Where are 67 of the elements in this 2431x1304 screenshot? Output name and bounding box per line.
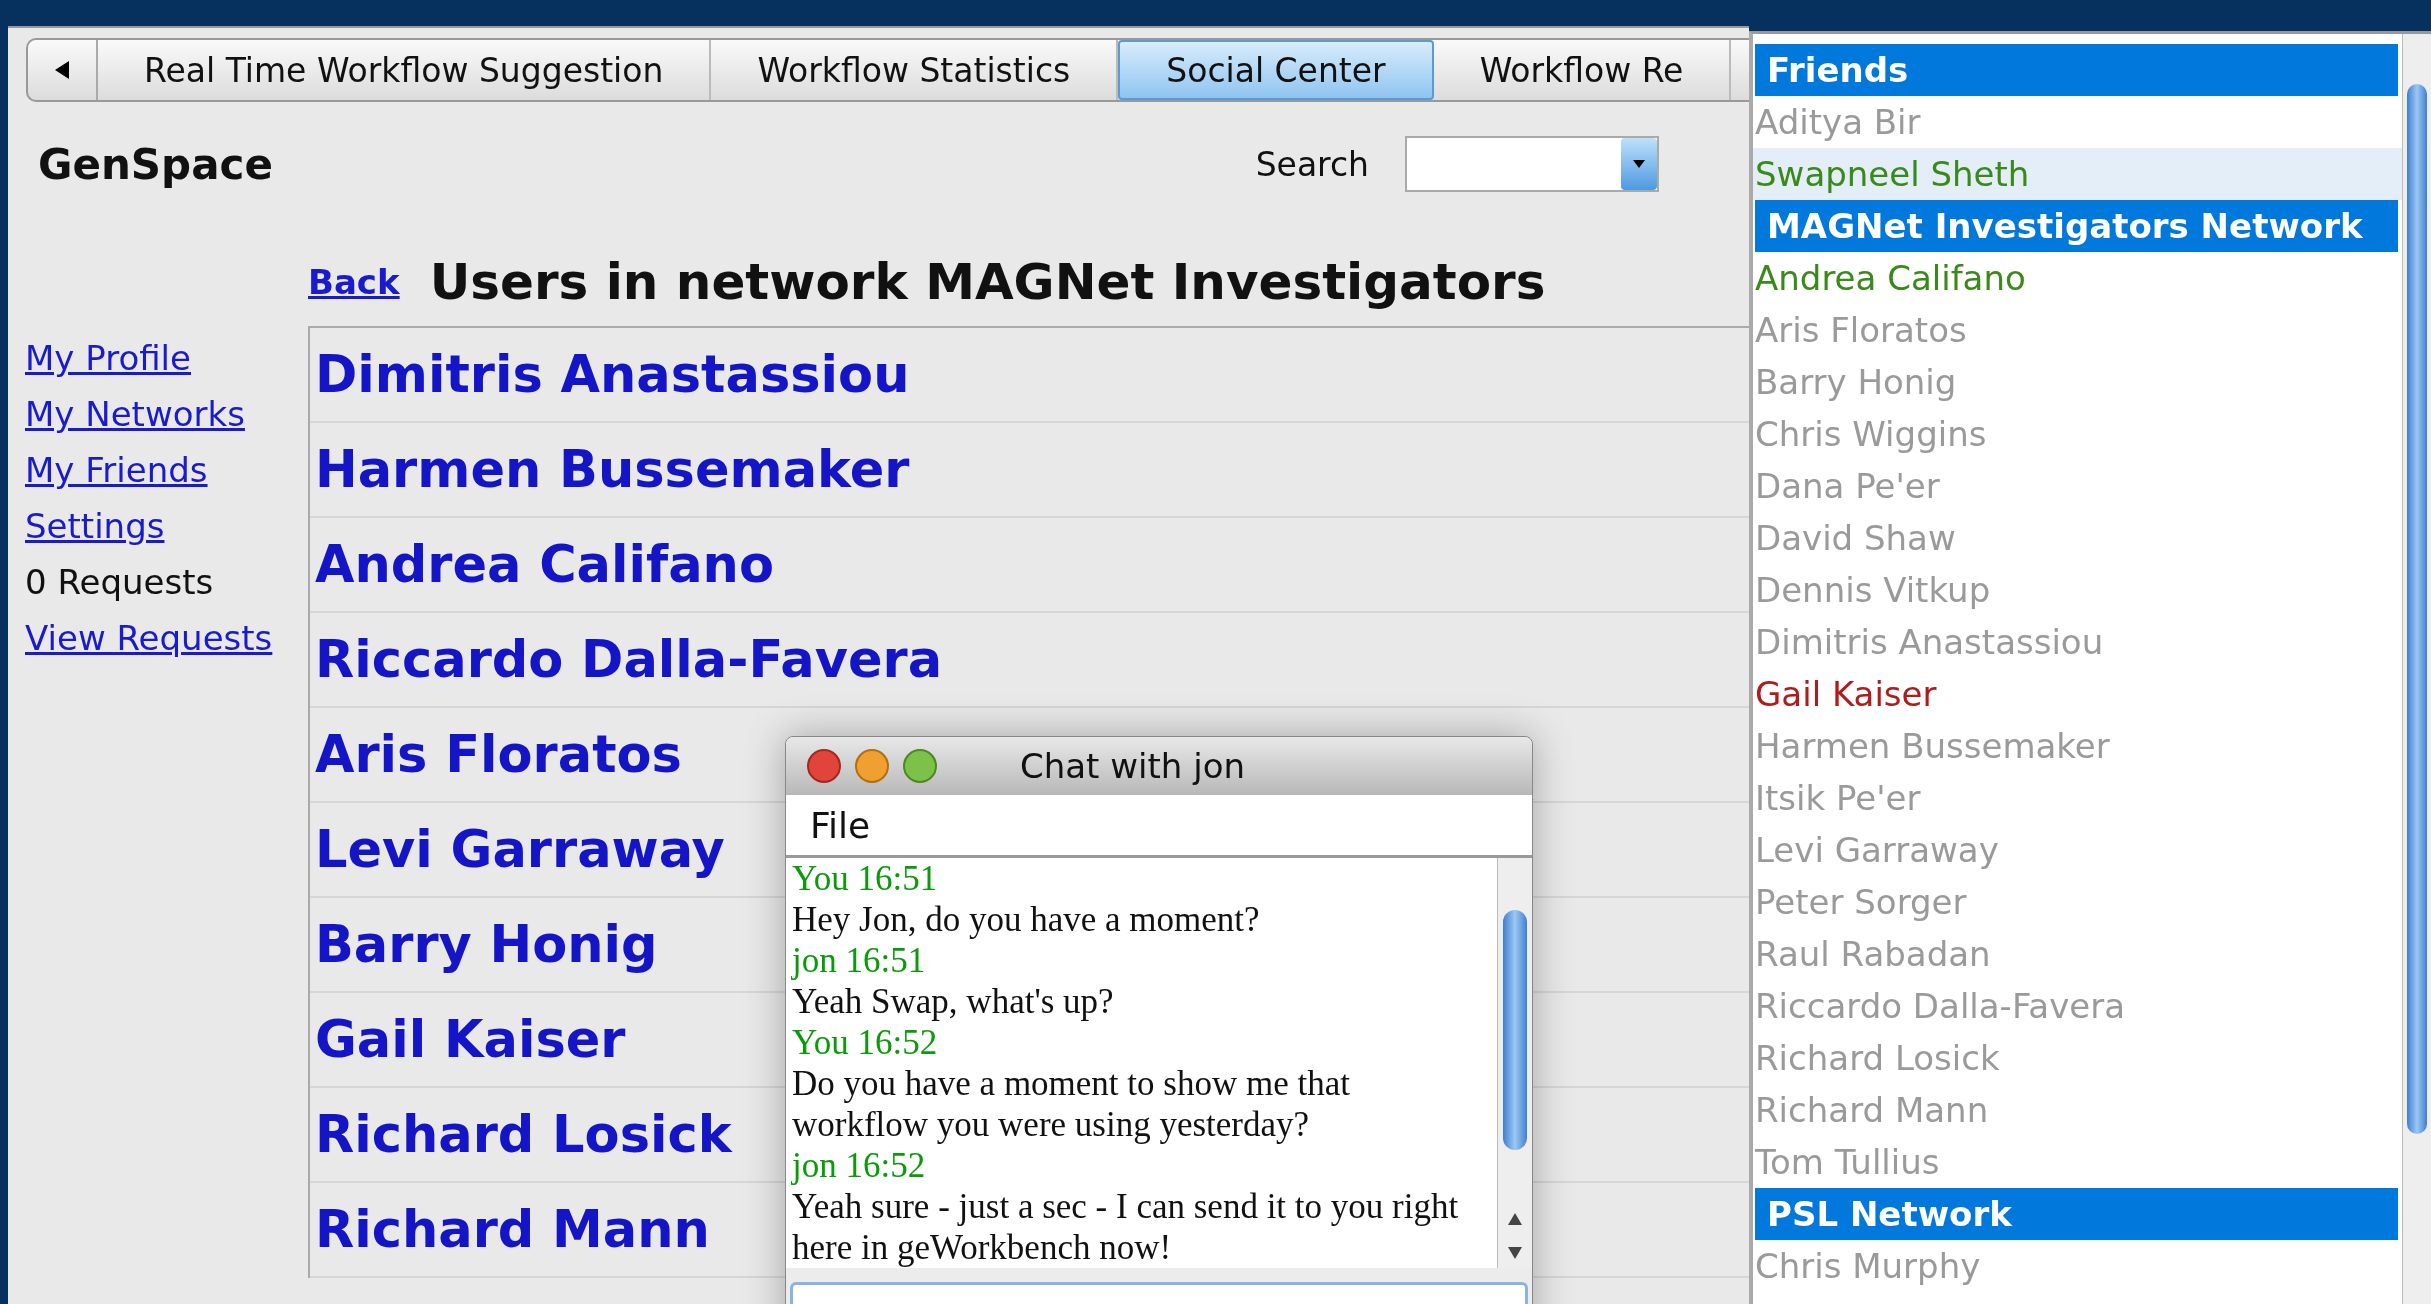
contact-item[interactable]: David Shaw [1753,512,2402,564]
contact-item[interactable]: Aditya Bir [1753,96,2402,148]
menu-item[interactable]: File [810,804,871,846]
scrollbar[interactable] [2402,34,2431,1304]
sidebar-link[interactable]: Settings [25,506,165,546]
tab[interactable]: Real Time Workflow Suggestion [98,40,712,100]
contact-item[interactable]: Raul Rabadan [1753,928,2402,980]
scroll-up-icon[interactable] [1507,1212,1523,1226]
user-name[interactable]: Harmen Bussemaker [315,440,910,499]
sidebar-link[interactable]: My Profile [25,338,191,378]
contact-item[interactable]: Riccardo Dalla-Favera [1753,980,2402,1032]
group-header[interactable]: Friends [1755,44,2398,96]
app-title: GenSpace [38,139,274,189]
message-sender: You 16:52 [792,1022,939,1063]
back-link[interactable]: Back [308,262,400,302]
scroll-down-icon[interactable] [1507,1246,1523,1260]
contact-item[interactable]: Levi Garraway [1753,824,2402,876]
user-name[interactable]: Andrea Califano [315,535,774,594]
contact-item[interactable]: Tom Tullius [1753,1136,2402,1188]
contact-item[interactable]: Gail Kaiser [1753,668,2402,720]
contact-item[interactable]: Andrea Califano [1753,252,2402,304]
sidebar-link[interactable]: My Friends [25,450,208,490]
sidebar-link[interactable]: View Requests [25,618,273,658]
scrollbar[interactable] [1497,858,1532,1268]
contact-item[interactable]: Richard Mann [1753,1084,2402,1136]
user-name[interactable]: Levi Garraway [315,820,725,879]
window-title: Chat with jon [1020,746,1245,786]
contact-item[interactable]: Richard Losick [1753,1032,2402,1084]
user-name[interactable]: Gail Kaiser [315,1010,626,1069]
user-name[interactable]: Aris Floratos [315,725,682,784]
tab[interactable]: Workflow Re [1433,40,1732,100]
message-sender: You 16:51 [792,858,939,899]
minimize-icon[interactable] [854,748,890,784]
contact-item[interactable]: Dimitris Anastassiou [1753,616,2402,668]
contact-item[interactable]: Aris Floratos [1753,304,2402,356]
message-text: Do you have a moment to show me that workflow you were using yesterday? [792,1063,1351,1145]
message-text: Yeah Swap, what's up? [792,981,1115,1022]
user-name[interactable]: Barry Honig [315,915,658,974]
message-sender: jon 16:51 [792,940,927,981]
sidebar-link[interactable]: My Networks [25,394,245,434]
user-name[interactable]: Richard Losick [315,1105,732,1164]
contact-item[interactable]: Dana Pe'er [1753,460,2402,512]
search-field[interactable] [1405,136,1659,192]
contact-item[interactable]: Itsik Pe'er [1753,772,2402,824]
left-arrow-icon [53,60,71,80]
zoom-icon[interactable] [902,748,938,784]
search-label: Search [1255,144,1369,184]
user-name[interactable]: Riccardo Dalla-Favera [315,630,943,689]
message-sender: jon 16:52 [792,1145,927,1186]
user-name[interactable]: Richard Mann [315,1200,710,1259]
group-header[interactable]: MAGNet Investigators Network [1755,200,2398,252]
network-heading: Users in network MAGNet Investigators [429,253,1546,311]
contact-item[interactable]: Chris Murphy [1753,1240,2402,1292]
contact-item[interactable]: Barry Honig [1753,356,2402,408]
dropdown-caret-icon [1632,159,1646,169]
user-name[interactable]: Dimitris Anastassiou [315,345,910,404]
group-header[interactable]: PSL Network [1755,1188,2398,1240]
contact-item[interactable]: Harmen Bussemaker [1753,720,2402,772]
message-text: Yeah sure - just a sec - I can send it to you right here in geWorkbench now! [792,1186,1460,1268]
request-count: 0 Requests [25,562,214,602]
tab[interactable]: Social Center [1118,40,1434,100]
contact-item[interactable]: Swapneel Sheth [1753,148,2402,200]
contact-item[interactable]: Chris Wiggins [1753,408,2402,460]
close-icon[interactable] [806,748,842,784]
contact-item[interactable]: Peter Sorger [1753,876,2402,928]
contact-item[interactable]: Dennis Vitkup [1753,564,2402,616]
message-text: Hey Jon, do you have a moment? [792,899,1261,940]
